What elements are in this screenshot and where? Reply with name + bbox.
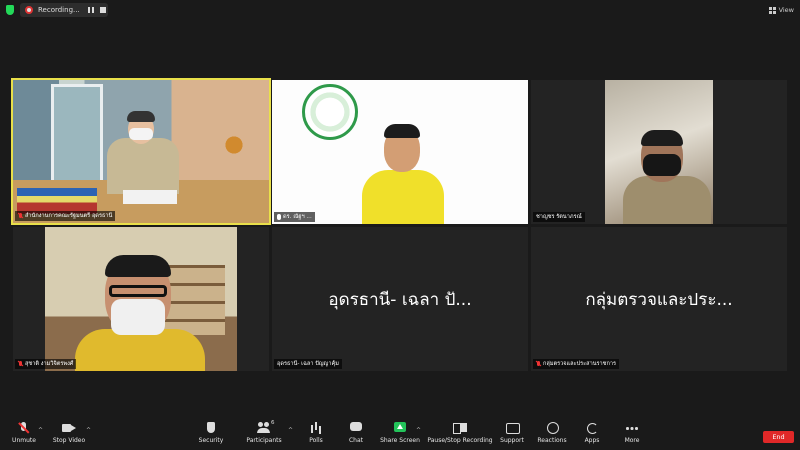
microphone-muted-icon — [17, 422, 31, 434]
share-screen-icon — [393, 422, 407, 434]
more-button[interactable]: More — [608, 422, 656, 448]
encryption-shield-icon[interactable] — [6, 5, 14, 15]
pause-stop-recording-icon — [453, 422, 467, 434]
stop-video-button[interactable]: Stop Video — [45, 422, 93, 448]
participant-name: อุดรธานี- เฉลา ปัญญาคุ้ม — [277, 361, 339, 367]
participant-name-bar: อุดรธานี- เฉลา ปัญญาคุ้ม — [274, 359, 342, 369]
view-button[interactable]: View — [768, 4, 794, 16]
participant-name: ชาญชร รัตนาภรณ์ — [536, 214, 582, 220]
more-icon — [625, 422, 639, 434]
participants-icon: 6 — [257, 420, 275, 434]
stop-recording-icon[interactable] — [98, 5, 108, 15]
recording-indicator: Recording... — [20, 3, 108, 17]
video-options-caret[interactable]: ^ — [86, 427, 91, 434]
participant-display-name: อุดรธานี- เฉลา ปั... — [328, 289, 472, 310]
participant-name: กลุ่มตรวจและประสานราชการ — [543, 361, 617, 367]
participant-tile-3[interactable]: ชาญชร รัตนาภรณ์ — [531, 80, 787, 224]
participant-name: สำนักงานการคณะรัฐมนตรี อุดรธานี — [25, 213, 113, 219]
grid-view-icon — [768, 6, 776, 14]
video-camera-icon — [62, 422, 76, 434]
recording-dot-icon — [25, 6, 33, 14]
share-screen-button[interactable]: Share Screen — [376, 422, 424, 448]
polls-icon — [309, 422, 323, 434]
muted-mic-icon — [18, 213, 23, 219]
participant-tile-6[interactable]: กลุ่มตรวจและประ... กลุ่มตรวจและประสานราช… — [531, 227, 787, 371]
emblem-logo — [302, 84, 358, 140]
participant-name-bar: สำนักงานการคณะรัฐมนตรี อุดรธานี — [15, 211, 116, 221]
share-options-caret[interactable]: ^ — [416, 427, 421, 434]
support-icon — [505, 422, 520, 434]
shield-icon — [204, 422, 218, 434]
pause-recording-icon[interactable] — [86, 5, 96, 15]
participants-count: 6 — [271, 420, 275, 426]
participant-name: สุชาติ งามวิจิตรพงศ์ — [25, 361, 74, 367]
reactions-icon — [545, 422, 559, 434]
participant-name-bar: ชาญชร รัตนาภรณ์ — [533, 212, 585, 222]
pause-stop-recording-button[interactable]: Pause/Stop Recording — [427, 422, 493, 448]
apps-icon — [585, 422, 599, 434]
participant-name-bar: ดร. ณัฐฯ ... — [274, 212, 315, 222]
security-button[interactable]: Security — [187, 422, 235, 448]
muted-mic-icon — [536, 361, 541, 367]
view-label: View — [778, 6, 794, 14]
participant-name-bar: สุชาติ งามวิจิตรพงศ์ — [15, 359, 77, 369]
top-bar: Recording... View — [0, 0, 800, 20]
participant-display-name: กลุ่มตรวจและประ... — [585, 289, 733, 310]
chat-button[interactable]: Chat — [332, 422, 380, 448]
participant-name-bar: กลุ่มตรวจและประสานราชการ — [533, 359, 620, 369]
chat-icon — [349, 422, 363, 434]
recording-label: Recording... — [38, 6, 80, 14]
unmute-button[interactable]: Unmute — [0, 422, 48, 448]
end-meeting-button[interactable]: End — [763, 431, 794, 443]
participants-button[interactable]: 6 Participants — [240, 420, 288, 448]
meeting-toolbar: Unmute ^ Stop Video ^ Security 6 Partici… — [0, 420, 800, 450]
participant-name: ดร. ณัฐฯ ... — [283, 214, 312, 220]
participant-tile-1[interactable]: สำนักงานการคณะรัฐมนตรี อุดรธานี — [11, 78, 271, 225]
participant-tile-2[interactable]: ดร. ณัฐฯ ... — [272, 80, 528, 224]
participant-tile-4[interactable]: สุชาติ งามวิจิตรพงศ์ — [13, 227, 269, 371]
muted-mic-icon — [18, 361, 23, 367]
mic-icon — [277, 214, 281, 220]
audio-options-caret[interactable]: ^ — [38, 427, 43, 434]
participant-tile-5[interactable]: อุดรธานี- เฉลา ปั... อุดรธานี- เฉลา ปัญญ… — [272, 227, 528, 371]
